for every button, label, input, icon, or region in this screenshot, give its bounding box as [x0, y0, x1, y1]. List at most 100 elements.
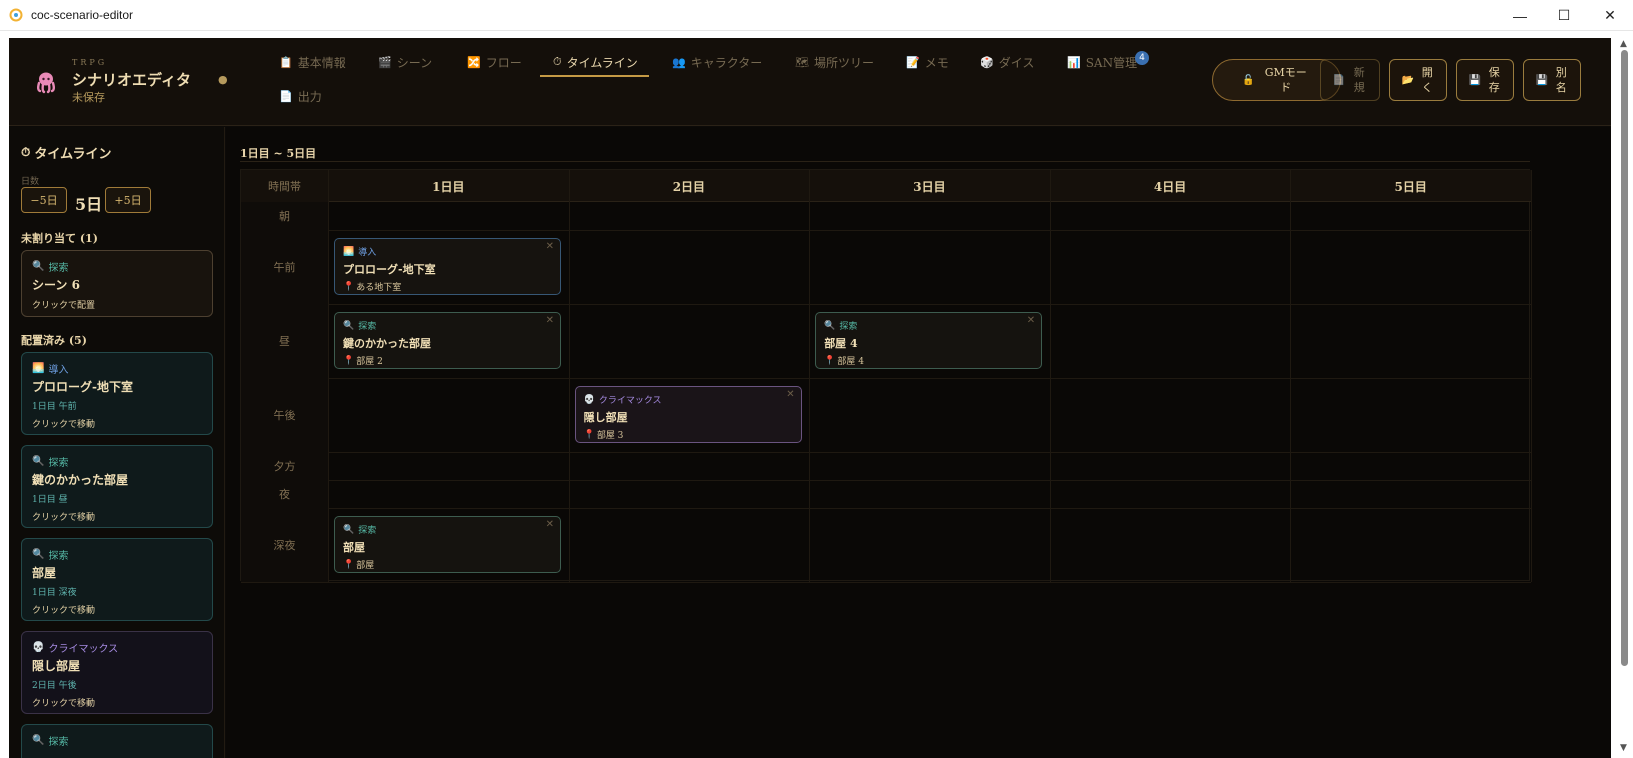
remove-event-button[interactable]: ✕: [546, 315, 554, 326]
scrollbar-thumb[interactable]: [1621, 50, 1628, 666]
location-pin-icon: 📍: [343, 355, 355, 366]
timeline-cell[interactable]: [1291, 230, 1531, 304]
octopus-logo-icon: [37, 72, 55, 94]
timeline-event-card[interactable]: 🔍 探索 部屋 4 📍 部屋 4 ✕: [815, 312, 1043, 369]
open-button[interactable]: 📂 開く: [1389, 59, 1447, 101]
scene-name: 隠し部屋: [32, 659, 81, 673]
placed-scene-card[interactable]: 🔍 探索 部屋 1日目 深夜 クリックで移動: [21, 538, 213, 621]
skull-icon: 💀: [32, 642, 45, 653]
tab-dice[interactable]: 🎲 ダイス: [980, 50, 1034, 74]
page-icon: 📄: [1332, 74, 1346, 86]
day-column-header: 3日目: [913, 179, 946, 194]
timeline-cell[interactable]: [1291, 378, 1531, 452]
tab-location-tree[interactable]: 🗺 場所ツリー: [795, 50, 874, 74]
timer-icon: ⏱: [21, 145, 31, 159]
timeline-cell[interactable]: [1051, 452, 1291, 480]
timeline-cell[interactable]: [570, 452, 810, 480]
event-location-label: 部屋 3: [596, 431, 624, 441]
timeline-cell[interactable]: [810, 378, 1050, 452]
timeline-cell[interactable]: [1291, 304, 1531, 378]
save-as-button[interactable]: 💾 別名: [1523, 59, 1581, 101]
scene-slot: 2日目 午後: [32, 681, 77, 691]
tab-scenes[interactable]: 🎬 シーン: [378, 50, 432, 74]
timeline-cell[interactable]: [1051, 508, 1291, 582]
placed-scene-card[interactable]: 🌅 導入 プロローグ-地下室 1日目 午前 クリックで移動: [21, 352, 213, 435]
timeline-cell[interactable]: [810, 230, 1050, 304]
scene-name: プロローグ-地下室: [32, 380, 133, 394]
timeline-cell[interactable]: [570, 202, 810, 230]
tab-characters[interactable]: 👥 キャラクター: [672, 50, 762, 74]
magnifier-icon: 🔍: [343, 524, 355, 535]
tab-timeline[interactable]: ⏱ タイムライン: [553, 50, 638, 74]
app-root: TRPG シナリオエディタ ● 未保存 📋 基本情報 🎬 シーン 🔀 フロー ⏱…: [9, 38, 1611, 758]
timeline-cell[interactable]: [329, 452, 569, 480]
timeline-cell[interactable]: [810, 452, 1050, 480]
timeline-cell[interactable]: [1291, 480, 1531, 508]
timeline-cell[interactable]: [570, 508, 810, 582]
placed-scene-card[interactable]: 💀 クライマックス 隠し部屋 2日目 午後 クリックで移動: [21, 631, 213, 714]
scroll-down-icon[interactable]: ▼: [1620, 743, 1627, 753]
timeline-event-card[interactable]: 🔍 探索 部屋 📍 部屋 ✕: [334, 516, 561, 573]
people-icon: 👥: [672, 55, 686, 69]
timeline-cell[interactable]: [329, 202, 569, 230]
minimize-button[interactable]: —: [1497, 0, 1543, 31]
timeline-cell[interactable]: [1291, 202, 1531, 230]
scene-name: 部屋: [32, 566, 57, 580]
event-location: 📍 ある地下室: [343, 280, 552, 294]
remove-event-button[interactable]: ✕: [546, 241, 554, 252]
event-type: 💀 クライマックス: [584, 393, 793, 407]
timeline-cell[interactable]: [1051, 378, 1291, 452]
placed-scene-card[interactable]: 🔍 探索 鍵のかかった部屋 1日目 昼 クリックで移動: [21, 445, 213, 528]
unsaved-indicator: ● 未保存: [72, 71, 232, 107]
timeline-cell[interactable]: [329, 480, 569, 508]
new-button[interactable]: 📄 新規: [1320, 59, 1380, 101]
timeline-cell[interactable]: [570, 230, 810, 304]
tab-flow[interactable]: 🔀 フロー: [467, 50, 522, 74]
clapper-icon: 🎬: [378, 55, 392, 69]
unassigned-section-title: 未割り当て (1): [21, 232, 98, 245]
timeline-cell[interactable]: [1051, 480, 1291, 508]
tab-memo[interactable]: 📝 メモ: [906, 50, 949, 74]
timeline-event-card[interactable]: 💀 クライマックス 隠し部屋 📍 部屋 3 ✕: [574, 386, 802, 443]
scroll-up-icon[interactable]: ▲: [1620, 39, 1627, 49]
timeline-cell[interactable]: [1291, 452, 1531, 480]
timeline-cell[interactable]: [1291, 508, 1531, 582]
remove-event-button[interactable]: ✕: [786, 389, 794, 400]
remove-event-button[interactable]: ✕: [546, 519, 554, 530]
timeline-event-card[interactable]: 🌅 導入 プロローグ-地下室 📍 ある地下室 ✕: [334, 238, 561, 295]
timeline-cell[interactable]: [810, 480, 1050, 508]
placed-scene-card[interactable]: 🔍 探索: [21, 724, 213, 758]
unassigned-scene-card[interactable]: 🔍 探索 シーン 6 クリックで配置: [21, 250, 213, 317]
remove-event-button[interactable]: ✕: [1027, 315, 1035, 326]
event-location-label: 部屋 4: [837, 357, 864, 367]
page-icon: 📄: [279, 89, 293, 103]
timeline-event-card[interactable]: 🔍 探索 鍵のかかった部屋 📍 部屋 2 ✕: [334, 312, 561, 369]
tab-basic-info[interactable]: 📋 基本情報: [279, 50, 346, 74]
timeline-cell[interactable]: [1051, 304, 1291, 378]
save-button[interactable]: 💾 保存: [1456, 59, 1514, 101]
timeline-cell[interactable]: [1051, 230, 1291, 304]
location-pin-icon: 📍: [583, 429, 595, 440]
timeline-cell[interactable]: [570, 480, 810, 508]
scene-type: 🔍 探索: [32, 733, 202, 748]
scene-type: 💀 クライマックス: [32, 640, 202, 655]
maximize-button[interactable]: ☐: [1541, 0, 1587, 31]
vertical-scrollbar[interactable]: ▲ ▼: [1616, 38, 1633, 758]
timeline-cell[interactable]: [1051, 202, 1291, 230]
open-label: 開く: [1421, 66, 1433, 94]
timeline-cell[interactable]: [329, 378, 569, 452]
timeline-cell[interactable]: [570, 304, 810, 378]
tab-san-management[interactable]: 📊 SAN管理: [1067, 50, 1137, 74]
close-window-button[interactable]: ✕: [1587, 0, 1633, 31]
decrease-days-button[interactable]: −5日: [21, 187, 67, 213]
shuffle-icon: 🔀: [467, 55, 481, 69]
lock-icon: 🔓: [1242, 74, 1255, 86]
time-slot-label: 深夜: [241, 508, 328, 582]
sunrise-icon: 🌅: [32, 363, 45, 374]
day-column-header: 2日目: [672, 179, 706, 194]
tab-output[interactable]: 📄 出力: [279, 84, 322, 108]
chart-icon: 📊: [1067, 55, 1081, 69]
timeline-cell[interactable]: [810, 508, 1050, 582]
timeline-cell[interactable]: [810, 202, 1050, 230]
increase-days-button[interactable]: +5日: [105, 187, 151, 213]
